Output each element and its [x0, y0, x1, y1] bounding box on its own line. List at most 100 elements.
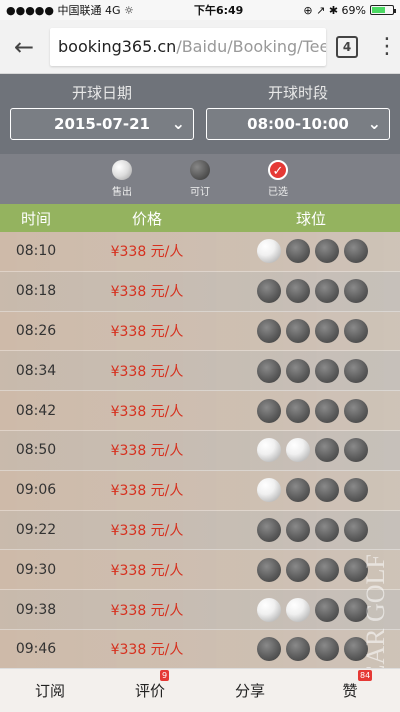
available-slot-ball-icon[interactable]: [315, 239, 339, 264]
table-row: 09:38 ¥338 元/人: [0, 590, 400, 630]
available-slot-ball-icon[interactable]: [286, 358, 310, 383]
available-slot-ball-icon[interactable]: [286, 637, 310, 662]
available-slot-ball-icon[interactable]: [286, 398, 310, 423]
available-slot-ball-icon[interactable]: [315, 279, 339, 304]
legend-available: 可订: [180, 160, 220, 204]
available-slot-ball-icon[interactable]: [344, 318, 368, 343]
table-row: 08:10 ¥338 元/人: [0, 232, 400, 272]
available-slot-ball-icon[interactable]: [257, 358, 281, 383]
available-slot-ball-icon[interactable]: [344, 398, 368, 423]
slot-group: [222, 279, 400, 304]
table-row: 08:34 ¥338 元/人: [0, 351, 400, 392]
legend-selected: ✓ 已选: [258, 160, 298, 204]
url-field[interactable]: booking365.cn/Baidu/Booking/Tee: [50, 27, 326, 66]
sold-slot-ball-icon: [257, 597, 281, 622]
row-time: 08:10: [15, 243, 57, 260]
legend-selected-label: 已选: [268, 187, 288, 198]
legend: 售出 可订 ✓ 已选: [0, 154, 400, 204]
row-time: 08:42: [15, 402, 57, 419]
row-time: 09:06: [15, 482, 57, 499]
slot-group: [222, 478, 400, 503]
row-price: ¥338 元/人: [110, 363, 184, 380]
back-arrow-icon[interactable]: ←: [8, 33, 40, 61]
header-slots: 球位: [295, 209, 326, 228]
more-menu-icon[interactable]: ⋮: [376, 35, 398, 58]
bottom-bar: 订阅 评价 9 分享 赞 84: [0, 668, 400, 712]
available-slot-ball-icon[interactable]: [257, 398, 281, 423]
available-slot-ball-icon[interactable]: [315, 438, 339, 463]
available-slot-ball-icon[interactable]: [286, 478, 310, 503]
row-price: ¥338 元/人: [110, 642, 184, 659]
table-row: 09:30 ¥338 元/人: [0, 550, 400, 591]
available-slot-ball-icon[interactable]: [257, 637, 281, 662]
slot-group: [222, 398, 400, 423]
header-time: 时间: [20, 209, 51, 228]
available-slot-ball-icon[interactable]: [315, 398, 339, 423]
header-price: 价格: [131, 209, 162, 228]
chevron-down-icon: ⌄: [367, 114, 381, 133]
share-button[interactable]: 分享: [200, 680, 300, 701]
row-time: 09:46: [15, 641, 57, 658]
review-badge: 9: [160, 670, 170, 681]
url-path: /Baidu/Booking/Tee: [176, 37, 326, 56]
row-price: ¥338 元/人: [110, 443, 184, 460]
table-row: 08:50 ¥338 元/人: [0, 430, 400, 471]
available-slot-ball-icon[interactable]: [344, 438, 368, 463]
available-slot-ball-icon[interactable]: [286, 318, 310, 343]
date-select[interactable]: 2015-07-21 ⌄: [10, 108, 194, 140]
share-label: 分享: [234, 682, 265, 700]
available-slot-ball-icon[interactable]: [286, 517, 310, 542]
sold-slot-ball-icon: [257, 478, 281, 503]
available-slot-ball-icon[interactable]: [315, 597, 339, 622]
date-label: 开球日期: [71, 84, 132, 102]
legend-sold: 售出: [102, 160, 142, 204]
row-time: 09:30: [15, 561, 57, 578]
available-slot-ball-icon[interactable]: [344, 358, 368, 383]
available-slot-ball-icon[interactable]: [315, 557, 339, 582]
status-bar: ●●●●● 中国联通 4G ☼ 下午6:49 ⊕ ↗ ✱ 69%: [0, 0, 400, 20]
time-period-value: 08:00-10:00: [247, 115, 349, 133]
row-price: ¥338 元/人: [110, 522, 184, 539]
table-row: 08:42 ¥338 元/人: [0, 391, 400, 431]
available-slot-ball-icon[interactable]: [286, 279, 310, 304]
sold-slot-ball-icon: [257, 239, 281, 264]
row-time: 09:38: [15, 601, 57, 618]
available-slot-ball-icon[interactable]: [315, 478, 339, 503]
sold-slot-ball-icon: [286, 438, 310, 463]
time-period-select[interactable]: 08:00-10:00 ⌄: [206, 108, 390, 140]
tab-switcher-button[interactable]: 4: [336, 35, 358, 58]
like-label: 赞: [342, 682, 358, 700]
like-button[interactable]: 赞 84: [300, 670, 400, 701]
table-row: 08:26 ¥338 元/人: [0, 311, 400, 352]
sold-slot-ball-icon: [286, 597, 310, 622]
available-slot-ball-icon[interactable]: [257, 517, 281, 542]
available-slot-ball-icon[interactable]: [315, 517, 339, 542]
browser-toolbar: ← booking365.cn/Baidu/Booking/Tee 4 ⋮: [0, 20, 400, 74]
slot-group: [222, 438, 400, 463]
available-slot-ball-icon[interactable]: [315, 637, 339, 662]
row-price: ¥338 元/人: [110, 562, 184, 579]
available-slot-ball-icon[interactable]: [315, 318, 339, 343]
review-button[interactable]: 评价 9: [100, 670, 200, 701]
available-slot-ball-icon[interactable]: [257, 318, 281, 343]
available-slot-ball-icon[interactable]: [315, 358, 339, 383]
available-slot-ball-icon[interactable]: [257, 279, 281, 304]
battery-icon: [370, 5, 396, 15]
status-time: 下午6:49: [193, 4, 244, 17]
available-slot-ball-icon[interactable]: [286, 557, 310, 582]
slot-group: [222, 239, 400, 264]
available-slot-ball-icon[interactable]: [286, 239, 310, 264]
slot-group: [222, 318, 400, 343]
available-ball-icon: [190, 160, 210, 180]
review-label: 评价: [134, 682, 165, 700]
subscribe-button[interactable]: 订阅: [0, 680, 100, 701]
date-value: 2015-07-21: [54, 115, 150, 133]
available-slot-ball-icon[interactable]: [257, 557, 281, 582]
row-time: 09:22: [15, 521, 57, 538]
available-slot-ball-icon[interactable]: [344, 279, 368, 304]
available-slot-ball-icon[interactable]: [344, 239, 368, 264]
tee-time-list: 08:10 ¥338 元/人 08:18 ¥338 元/人 08:26 ¥338 元/人 0…: [0, 232, 400, 670]
available-slot-ball-icon[interactable]: [344, 478, 368, 503]
legend-available-label: 可订: [190, 187, 210, 198]
row-price: ¥338 元/人: [110, 323, 184, 340]
